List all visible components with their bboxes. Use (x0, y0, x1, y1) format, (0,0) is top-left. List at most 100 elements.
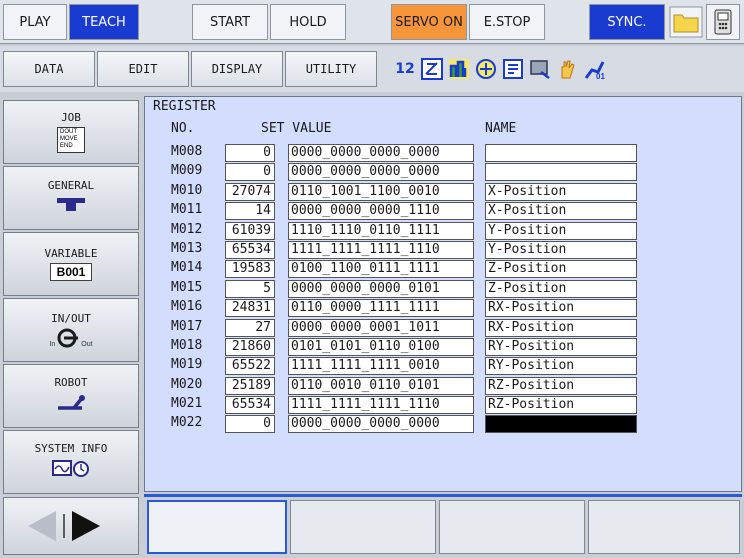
job-icon-line: END (60, 143, 73, 149)
register-binary-value[interactable]: 0000_0000_0000_0101 (288, 279, 474, 298)
servo-on-button[interactable]: SERVO ON (391, 4, 467, 40)
sidebar-item-inout[interactable]: IN/OUT In Out (3, 298, 139, 362)
register-name-field[interactable] (485, 144, 637, 162)
message-segment (439, 500, 585, 554)
page-nav-icon (28, 511, 100, 541)
hold-button[interactable]: HOLD (270, 4, 346, 40)
sidebar-item-label: ROBOT (54, 376, 88, 389)
sidebar-item-variable[interactable]: VARIABLE B001 (3, 232, 139, 296)
register-binary-value[interactable]: 0000_0000_0001_1011 (288, 318, 474, 337)
register-binary-value[interactable]: 0110_0010_0110_0101 (288, 376, 474, 395)
teach-button[interactable]: TEACH (69, 4, 139, 40)
register-name-field[interactable]: RX-Position (485, 299, 637, 318)
page-title: REGISTER (153, 99, 216, 114)
register-binary-value[interactable]: 0101_0101_0110_0100 (288, 337, 474, 356)
table-row: M019 65522 1111_1111_1111_0010 RY-Position (145, 356, 741, 376)
register-set-field[interactable]: 21860 (225, 337, 275, 356)
folder-icon[interactable] (669, 6, 703, 38)
register-set-field[interactable]: 0 (225, 144, 275, 162)
register-set-field[interactable]: 24831 (225, 299, 275, 318)
tool-icon (475, 58, 497, 80)
table-row: M009 0 0000_0000_0000_0000 (145, 162, 741, 182)
register-number: M021 (171, 396, 203, 412)
register-set-field[interactable]: 14 (225, 202, 275, 221)
register-set-field[interactable]: 19583 (225, 260, 275, 279)
register-set-field[interactable]: 61039 (225, 221, 275, 240)
tool-wrench-icon (54, 195, 88, 217)
register-binary-value[interactable]: 1111_1111_1111_1110 (288, 240, 474, 259)
estop-button[interactable]: E.STOP (469, 4, 545, 40)
job-icon-line: MOVE (60, 136, 78, 142)
register-set-field[interactable]: 65522 (225, 357, 275, 376)
inout-icon: In Out (49, 328, 93, 348)
register-binary-value[interactable]: 1111_1111_1111_0010 (288, 357, 474, 376)
register-name-field[interactable]: RX-Position (485, 318, 637, 337)
sidebar-item-system-info[interactable]: SYSTEM INFO (3, 430, 139, 494)
variable-icon: B001 (49, 263, 93, 281)
register-set-field[interactable]: 27 (225, 318, 275, 337)
register-name-field[interactable]: Z-Position (485, 279, 637, 298)
register-binary-value[interactable]: 0000_0000_0000_0000 (288, 144, 474, 162)
inout-in-label: In (49, 341, 56, 348)
register-set-field[interactable]: 65534 (225, 240, 275, 259)
register-binary-value[interactable]: 0110_1001_1100_0010 (288, 182, 474, 201)
register-binary-value[interactable]: 1111_1111_1111_1110 (288, 396, 474, 415)
register-name-field[interactable]: RY-Position (485, 357, 637, 376)
register-set-field[interactable]: 27074 (225, 182, 275, 201)
register-list: M008 0 0000_0000_0000_0000 M009 0 0000_0000_0… (145, 143, 741, 434)
menu-display[interactable]: DISPLAY (191, 51, 283, 87)
register-name-field[interactable]: X-Position (485, 202, 637, 221)
table-row: M015 5 0000_0000_0000_0101 Z-Position (145, 279, 741, 298)
table-row: M022 0 0000_0000_0000_0000 (145, 414, 741, 434)
register-binary-value[interactable]: 0100_1100_0111_1111 (288, 260, 474, 279)
menu-data[interactable]: DATA (3, 51, 95, 87)
sidebar-item-label: GENERAL (47, 179, 95, 192)
col-header-name: NAME (485, 121, 517, 136)
table-row: M014 19583 0100_1100_0111_1111 Z-Position (145, 259, 741, 279)
register-name-field[interactable]: RZ-Position (485, 376, 637, 395)
register-binary-value[interactable]: 0000_0000_0000_0000 (288, 415, 474, 434)
register-binary-value[interactable]: 0000_0000_0000_1110 (288, 202, 474, 221)
register-binary-value[interactable]: 1110_1110_0110_1111 (288, 221, 474, 240)
register-name-field[interactable] (485, 163, 637, 182)
menu-bar: DATA EDIT DISPLAY UTILITY 12 01 (0, 46, 744, 92)
page-nav-button[interactable] (3, 497, 139, 555)
table-row: M021 65534 1111_1111_1111_1110 RZ-Position (145, 395, 741, 415)
sidebar-item-job[interactable]: JOB DOUT MOVE END (3, 100, 139, 164)
register-name-field[interactable]: Z-Position (485, 260, 637, 279)
register-name-field[interactable]: Y-Position (485, 221, 637, 240)
register-name-field[interactable]: X-Position (485, 182, 637, 201)
register-number: M014 (171, 260, 203, 276)
menu-edit[interactable]: EDIT (97, 51, 189, 87)
input-line-segment[interactable] (147, 500, 287, 554)
sync-button[interactable]: SYNC. (589, 4, 665, 40)
register-name-field[interactable]: RY-Position (485, 337, 637, 356)
sidebar-item-general[interactable]: GENERAL (3, 166, 139, 230)
register-set-field[interactable]: 0 (225, 415, 275, 434)
start-button[interactable]: START (192, 4, 268, 40)
pendant-icon[interactable] (706, 4, 740, 40)
register-set-field[interactable]: 0 (225, 163, 275, 182)
register-number: M022 (171, 415, 203, 431)
register-binary-value[interactable]: 0110_0000_1111_1111 (288, 299, 474, 318)
pendant-screen: PLAY TEACH START HOLD SERVO ON E.STOP SY… (0, 0, 744, 558)
register-name-field[interactable]: RZ-Position (485, 396, 637, 415)
sidebar-item-label: IN/OUT (51, 312, 91, 325)
table-row: M010 27074 0110_1001_1100_0010 X-Position (145, 182, 741, 201)
menu-utility[interactable]: UTILITY (285, 51, 377, 87)
register-binary-value[interactable]: 0000_0000_0000_0000 (288, 163, 474, 182)
register-set-field[interactable]: 25189 (225, 376, 275, 395)
register-name-field[interactable]: Y-Position (485, 240, 637, 259)
status-icons: 12 01 (388, 51, 742, 87)
sidebar-item-robot[interactable]: ROBOT (3, 364, 139, 428)
register-set-field[interactable]: 5 (225, 279, 275, 298)
register-set-field[interactable]: 65534 (225, 396, 275, 415)
table-row: M018 21860 0101_0101_0110_0100 RY-Position (145, 337, 741, 356)
register-number: M016 (171, 299, 203, 315)
monitor-icon (529, 58, 551, 80)
table-row: M020 25189 0110_0010_0110_0101 RZ-Position (145, 376, 741, 395)
register-name-field[interactable] (485, 415, 637, 434)
job-icon-line: DOUT (60, 129, 77, 135)
hand-icon (556, 58, 578, 80)
play-button[interactable]: PLAY (3, 4, 67, 40)
